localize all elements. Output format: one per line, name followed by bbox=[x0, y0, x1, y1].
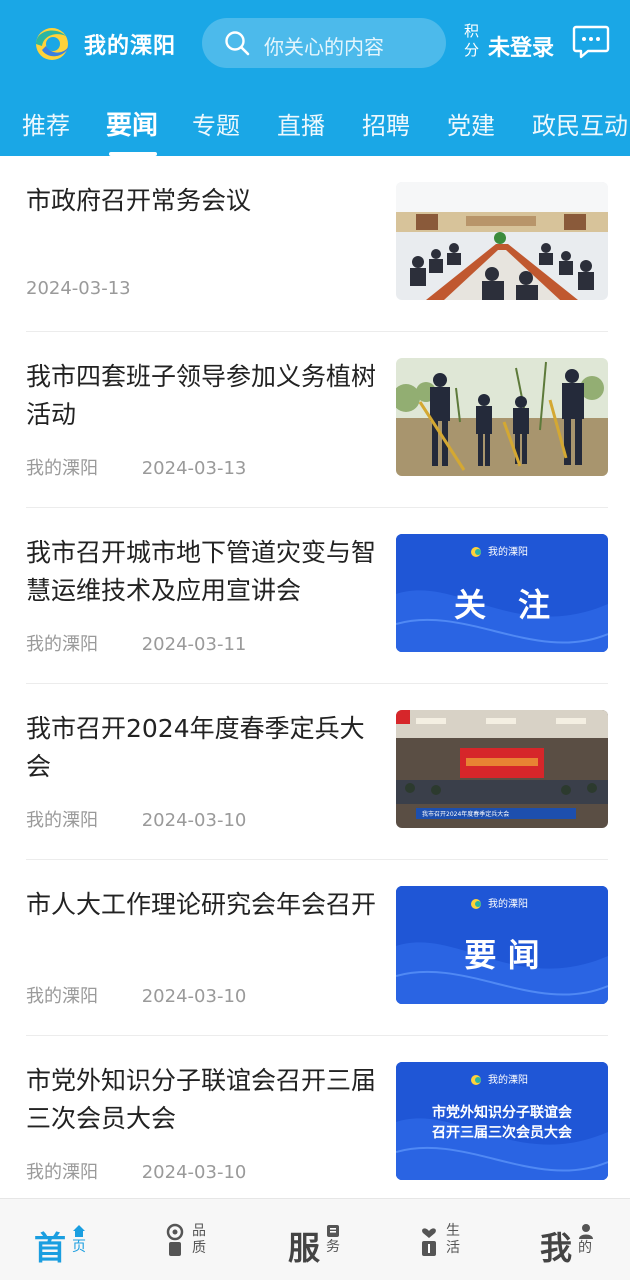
news-title: 我市四套班子领导参加义务植树活动 bbox=[26, 362, 377, 429]
news-item[interactable]: 我市召开城市地下管道灾变与智慧运维技术及应用宣讲会 我的溧阳 2024-03-1… bbox=[26, 508, 608, 684]
news-title: 我市召开城市地下管道灾变与智慧运维技术及应用宣讲会 bbox=[26, 538, 377, 605]
user-icon bbox=[579, 1224, 593, 1239]
news-item[interactable]: 我市四套班子领导参加义务植树活动 我的溧阳 2024-03-13 bbox=[26, 332, 608, 508]
news-date: 2024-03-10 bbox=[141, 1162, 247, 1183]
news-item[interactable]: 市人大工作理论研究会年会召开 我的溧阳 2024-03-10 我的溧阳 要 闻 bbox=[26, 860, 608, 1036]
news-thumbnail: 我的溧阳 关 注 bbox=[396, 534, 608, 652]
search-bar[interactable]: 你关心的内容 bbox=[202, 18, 446, 68]
news-title: 我市召开2024年度春季定兵大会 bbox=[26, 714, 365, 781]
message-icon[interactable] bbox=[572, 24, 610, 60]
news-thumbnail: 我的溧阳 市党外知识分子联谊会 召开三届三次会员大会 bbox=[396, 1062, 608, 1180]
nav-home-small: 页 bbox=[72, 1239, 86, 1255]
nav-mine-big: 我 bbox=[540, 1229, 573, 1267]
news-source: 我的溧阳 bbox=[26, 986, 98, 1007]
news-meta: 我的溧阳 2024-03-11 bbox=[26, 630, 246, 656]
points-label[interactable]: 积分 bbox=[464, 22, 480, 60]
news-date: 2024-03-10 bbox=[141, 810, 247, 831]
news-title: 市党外知识分子联谊会召开三届三次会员大会 bbox=[26, 1066, 377, 1133]
top-bar: 我的溧阳 你关心的内容 积分 未登录 bbox=[0, 0, 630, 88]
news-title: 市政府召开常务会议 bbox=[26, 186, 252, 215]
news-date: 2024-03-13 bbox=[26, 278, 131, 299]
tab-recommend[interactable]: 推荐 bbox=[22, 106, 70, 141]
search-placeholder: 你关心的内容 bbox=[264, 35, 384, 59]
app-logo-icon bbox=[36, 28, 70, 60]
bottom-nav: 首 页 品质 服 务 生活 我 的 bbox=[0, 1198, 630, 1280]
nav-mine-small: 的 bbox=[578, 1240, 592, 1256]
thumb-caption: 我市召开2024年度春季定兵大会 bbox=[422, 811, 510, 818]
news-item[interactable]: 我市召开2024年度春季定兵大会 我的溧阳 2024-03-10 我市召开202… bbox=[26, 684, 608, 860]
tab-topics[interactable]: 专题 bbox=[192, 106, 240, 141]
banner-brand: 我的溧阳 bbox=[488, 547, 528, 558]
nav-service-small: 务 bbox=[326, 1239, 340, 1255]
news-thumbnail: 我的溧阳 要 闻 bbox=[396, 886, 608, 1004]
news-title: 市人大工作理论研究会年会召开 bbox=[26, 890, 377, 919]
login-button[interactable]: 未登录 bbox=[488, 30, 554, 62]
nav-home[interactable]: 首 页 bbox=[34, 1199, 94, 1281]
banner-text-line2: 召开三届三次会员大会 bbox=[432, 1125, 572, 1141]
nav-service-big: 服 bbox=[288, 1229, 321, 1267]
tab-interaction[interactable]: 政民互动 bbox=[532, 106, 628, 141]
news-date: 2024-03-10 bbox=[141, 986, 247, 1007]
news-source: 我的溧阳 bbox=[26, 458, 98, 479]
news-meta: 我的溧阳 2024-03-10 bbox=[26, 1158, 246, 1184]
news-date: 2024-03-13 bbox=[141, 458, 247, 479]
banner-text: 要 闻 bbox=[464, 936, 540, 974]
nav-mine[interactable]: 我 的 bbox=[540, 1199, 600, 1281]
nav-life[interactable]: 生活 bbox=[420, 1199, 470, 1281]
app-title: 我的溧阳 bbox=[84, 34, 177, 59]
news-thumbnail bbox=[396, 358, 608, 476]
news-meta: 我的溧阳 2024-03-13 bbox=[26, 454, 246, 480]
nav-quality[interactable]: 品质 bbox=[166, 1199, 216, 1281]
news-meta: 2024-03-13 bbox=[26, 278, 131, 299]
quality-icon bbox=[166, 1223, 184, 1256]
news-thumbnail: 我市召开2024年度春季定兵大会 bbox=[396, 710, 608, 828]
news-source: 我的溧阳 bbox=[26, 1162, 98, 1183]
news-meta: 我的溧阳 2024-03-10 bbox=[26, 806, 246, 832]
news-meta: 我的溧阳 2024-03-10 bbox=[26, 982, 246, 1008]
banner-brand: 我的溧阳 bbox=[488, 1075, 528, 1086]
app-header: 我的溧阳 你关心的内容 积分 未登录 推荐 要闻 专题 直播 招聘 党建 政民互… bbox=[0, 0, 630, 156]
banner-text: 关 注 bbox=[453, 586, 550, 624]
tab-live[interactable]: 直播 bbox=[277, 106, 325, 141]
banner-brand: 我的溧阳 bbox=[488, 899, 528, 910]
life-icon bbox=[422, 1228, 436, 1256]
tree-planting-photo-image bbox=[396, 358, 608, 476]
meeting-photo-image bbox=[396, 182, 608, 300]
nav-service[interactable]: 服 务 bbox=[288, 1199, 344, 1281]
news-item[interactable]: 市政府召开常务会议 2024-03-13 bbox=[26, 156, 608, 332]
home-icon bbox=[73, 1225, 85, 1237]
search-icon bbox=[225, 31, 250, 56]
news-source: 我的溧阳 bbox=[26, 634, 98, 655]
nav-life-label: 生活 bbox=[446, 1223, 460, 1256]
news-item[interactable]: 市党外知识分子联谊会召开三届三次会员大会 我的溧阳 2024-03-10 我的溧… bbox=[26, 1036, 608, 1212]
news-thumbnail bbox=[396, 182, 608, 300]
tab-party[interactable]: 党建 bbox=[447, 106, 495, 141]
category-tabs: 推荐 要闻 专题 直播 招聘 党建 政民互动 bbox=[0, 100, 630, 156]
nav-home-big: 首 bbox=[34, 1229, 67, 1267]
news-source: 我的溧阳 bbox=[26, 810, 98, 831]
banner-text-line1: 市党外知识分子联谊会 bbox=[432, 1105, 572, 1121]
service-icon bbox=[327, 1225, 339, 1237]
tab-jobs[interactable]: 招聘 bbox=[362, 106, 410, 141]
nav-quality-label: 品质 bbox=[192, 1223, 206, 1256]
tab-news[interactable]: 要闻 bbox=[106, 105, 158, 142]
news-date: 2024-03-11 bbox=[141, 634, 247, 655]
